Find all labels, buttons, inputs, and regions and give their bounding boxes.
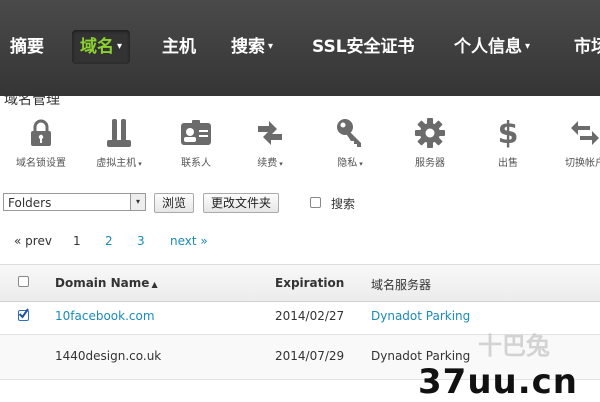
renew-icon (235, 116, 305, 150)
chevron-down-icon: ▾ (359, 160, 363, 168)
toolbar-domain-lock[interactable]: 域名锁设置 (6, 116, 76, 169)
table-header: Domain Name ▲ Expiration 域名服务器 (0, 264, 600, 302)
folders-select[interactable]: Folders ▾ (3, 193, 146, 211)
expiration-date: 2014/07/29 (275, 349, 345, 363)
nameserver-link[interactable]: Dynadot Parking (371, 309, 470, 323)
chevron-down-icon: ▾ (130, 194, 145, 210)
dollar-icon: $ (497, 115, 519, 151)
column-domain-name[interactable]: Domain Name ▲ (55, 276, 158, 290)
top-nav: 摘要 域名 ▾ 主机 搜索 ▾ SSL安全证书 个人信息 ▾ 市场 (0, 0, 600, 96)
nav-item-domains[interactable]: 域名 ▾ (72, 30, 131, 64)
toolbar-nameservers[interactable]: 服务器 (395, 116, 465, 169)
pagination-page-current: 1 (73, 234, 81, 248)
chevron-down-icon: ▾ (268, 41, 274, 52)
expiration-date: 2014/02/27 (275, 309, 345, 323)
change-folder-button[interactable]: 更改文件夹 (203, 193, 280, 213)
nameserver-name: Dynadot Parking (371, 349, 471, 363)
pagination-prev[interactable]: « prev (14, 234, 52, 248)
select-all-checkbox[interactable] (18, 276, 29, 287)
domain-link[interactable]: 10facebook.com (55, 309, 155, 323)
pagination-next[interactable]: next » (170, 234, 208, 248)
domain-name[interactable]: 1440design.co.uk (55, 349, 161, 363)
pagination-page-link[interactable]: 2 (105, 234, 113, 248)
column-nameserver[interactable]: 域名服务器 (371, 276, 431, 293)
toolbar-sell[interactable]: $ 出售 (473, 115, 543, 170)
chevron-down-icon: ▾ (525, 41, 531, 52)
browse-button[interactable]: 浏览 (154, 193, 195, 213)
watermark-faint: 十巴兔 (478, 332, 550, 360)
chevron-down-icon: ▾ (279, 160, 283, 168)
chevron-down-icon: ▾ (138, 160, 142, 168)
column-expiration[interactable]: Expiration (275, 276, 344, 290)
toolbar-privacy[interactable]: 隐私 ▾ (315, 116, 385, 169)
search-checkbox[interactable] (310, 197, 321, 208)
pagination-page-link[interactable]: 3 (137, 234, 145, 248)
swap-arrows-icon (550, 116, 600, 150)
watermark-logo: 37uu.cn (418, 362, 578, 402)
nav-item-account[interactable]: 个人信息 ▾ (454, 30, 530, 64)
nav-item-search[interactable]: 搜索 ▾ (231, 30, 273, 64)
search-label: 搜索 (331, 197, 356, 211)
nav-item-ssl[interactable]: SSL安全证书 (312, 30, 415, 64)
toolbar-contacts[interactable]: 联系人 (161, 116, 231, 169)
row-checkbox[interactable] (18, 308, 29, 321)
gear-icon (395, 116, 465, 150)
server-icon (84, 116, 154, 150)
lock-icon (6, 116, 76, 150)
chevron-down-icon: ▾ (117, 41, 123, 52)
toolbar-renew[interactable]: 续费 ▾ (235, 116, 305, 169)
contact-card-icon (161, 116, 231, 150)
key-icon (315, 116, 385, 150)
checkmark-icon (18, 308, 29, 319)
nav-item-hosting[interactable]: 主机 (162, 30, 196, 64)
nav-item-summary[interactable]: 摘要 (10, 30, 44, 64)
sort-ascending-icon: ▲ (151, 280, 158, 289)
toolbar-switch-account[interactable]: 切换帐户 (550, 116, 600, 169)
page-title: 域名管理 (4, 92, 60, 108)
toolbar-hosting[interactable]: 虚拟主机 ▾ (84, 116, 154, 169)
nav-item-market[interactable]: 市场 (574, 30, 600, 64)
